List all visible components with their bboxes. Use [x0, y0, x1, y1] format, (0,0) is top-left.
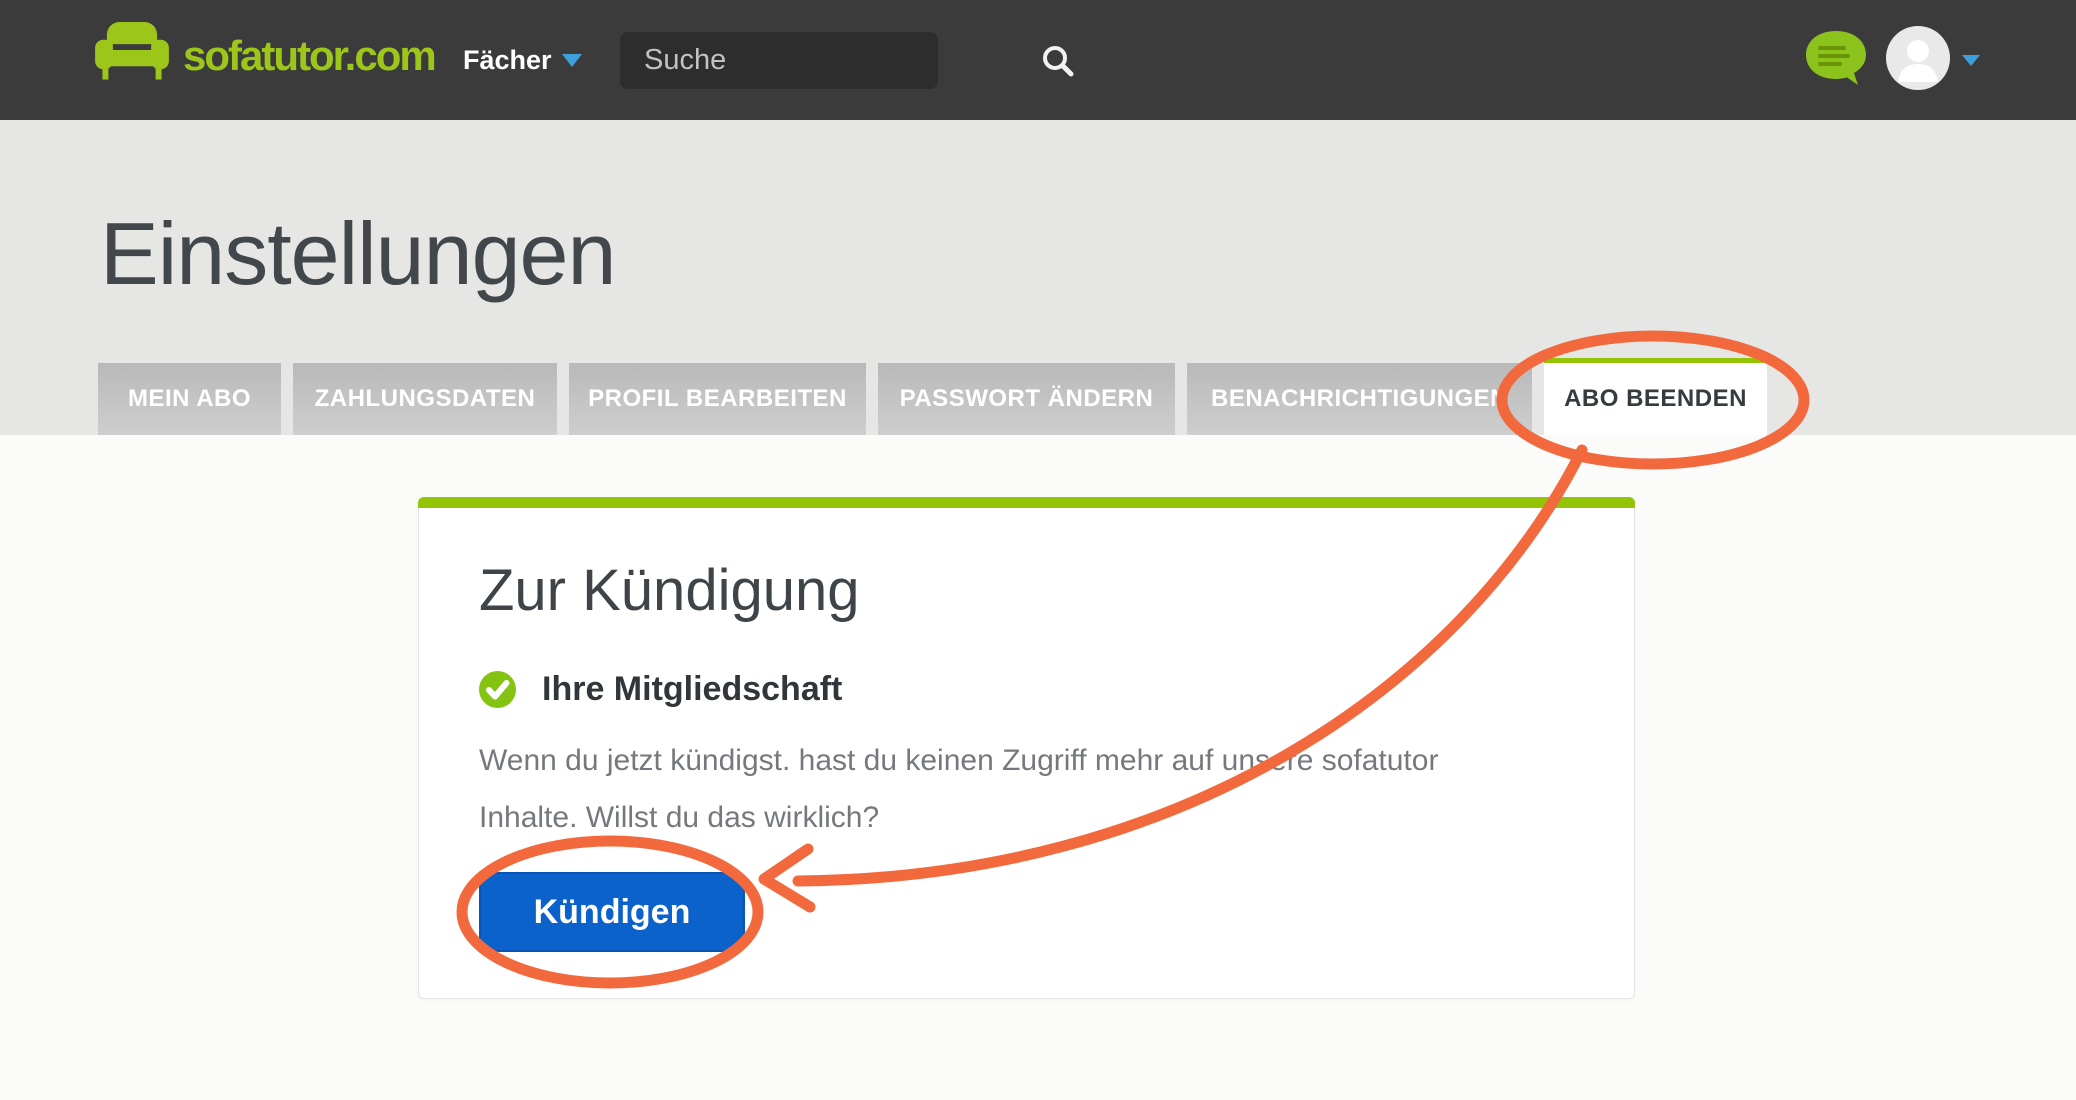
cancellation-text-line2: Inhalte. Willst du das wirklich? [479, 789, 1438, 846]
settings-header-band: Einstellungen MEIN ABO ZAHLUNGSDATEN PRO… [0, 120, 2076, 435]
search-input[interactable] [620, 32, 1041, 89]
subjects-menu-label: Fächer [463, 45, 552, 76]
search-icon[interactable] [1041, 32, 1075, 89]
tab-profil-bearbeiten[interactable]: PROFIL BEARBEITEN [569, 363, 866, 435]
tab-abo-beenden[interactable]: ABO BEENDEN [1544, 358, 1767, 435]
membership-label: Ihre Mitgliedschaft [542, 670, 842, 709]
subjects-menu[interactable]: Fächer [463, 0, 582, 120]
page-title: Einstellungen [100, 210, 615, 298]
membership-row: Ihre Mitgliedschaft [479, 670, 842, 709]
settings-tabs: MEIN ABO ZAHLUNGSDATEN PROFIL BEARBEITEN… [98, 358, 1767, 435]
avatar-icon [1886, 26, 1950, 95]
tab-mein-abo[interactable]: MEIN ABO [98, 363, 281, 435]
tab-zahlungsdaten[interactable]: ZAHLUNGSDATEN [293, 363, 557, 435]
logo-text: sofatutor.com [183, 32, 435, 80]
account-menu[interactable] [1886, 26, 1980, 95]
logo[interactable]: sofatutor.com [95, 22, 435, 89]
kuendigen-button[interactable]: Kündigen [479, 872, 745, 952]
tab-benachrichtigungen[interactable]: BENACHRICHTIGUNGEN [1187, 363, 1532, 435]
cancellation-text-line1: Wenn du jetzt kündigst. hast du keinen Z… [479, 732, 1438, 789]
chevron-down-icon [562, 54, 582, 67]
chat-bubble-icon[interactable] [1804, 29, 1868, 92]
navbar-right [1804, 0, 1980, 120]
card-accent-bar [418, 497, 1635, 508]
tab-passwort-aendern[interactable]: PASSWORT ÄNDERN [878, 363, 1175, 435]
search-box [620, 32, 938, 89]
cancellation-text: Wenn du jetzt kündigst. hast du keinen Z… [479, 732, 1438, 846]
cancellation-card: Zur Kündigung Ihre Mitgliedschaft Wenn d… [418, 497, 1635, 999]
content-area: Zur Kündigung Ihre Mitgliedschaft Wenn d… [0, 435, 2076, 1100]
card-heading: Zur Kündigung [479, 562, 859, 620]
chevron-down-icon [1962, 55, 1980, 66]
top-navbar: sofatutor.com Fächer [0, 0, 2076, 120]
check-icon [479, 671, 516, 708]
couch-logo-icon [95, 22, 169, 89]
